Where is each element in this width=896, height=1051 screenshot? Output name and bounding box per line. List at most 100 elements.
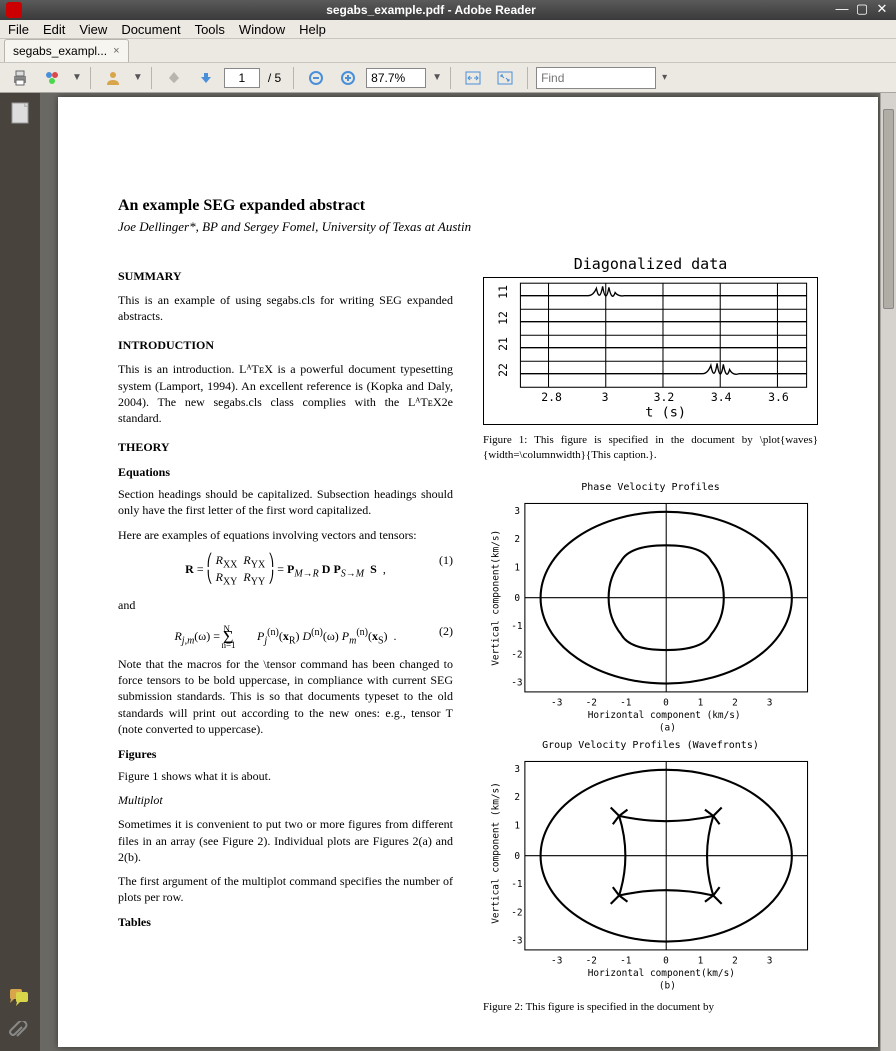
window-title: segabs_example.pdf - Adobe Reader (28, 3, 834, 17)
svg-text:Horizontal component (km/s): Horizontal component (km/s) (588, 710, 741, 721)
svg-text:3.2: 3.2 (654, 390, 675, 404)
figure-1-chart: 11 12 21 22 2.8 3 3.2 3.4 3.6 t (s) (483, 277, 818, 425)
multiplot-p1: Sometimes it is convenient to put two or… (118, 816, 453, 865)
combine-dropdown-icon[interactable]: ▼ (72, 72, 82, 83)
fit-width-button[interactable] (459, 64, 487, 92)
maximize-button[interactable]: ▢ (854, 2, 870, 18)
svg-text:-1: -1 (511, 621, 523, 632)
svg-text:11: 11 (496, 285, 510, 299)
menubar: File Edit View Document Tools Window Hel… (0, 20, 896, 40)
svg-text:-2: -2 (586, 698, 597, 709)
pdf-page: An example SEG expanded abstract Joe Del… (58, 97, 878, 1047)
svg-text:t (s): t (s) (645, 404, 686, 420)
zoom-level-input[interactable] (366, 68, 426, 88)
tab-close-icon[interactable]: × (113, 45, 119, 57)
figures-p1: Figure 1 shows what it is about. (118, 768, 453, 784)
svg-text:3: 3 (767, 698, 773, 709)
svg-text:-3: -3 (511, 678, 522, 689)
nav-sidebar (0, 93, 40, 1051)
zoom-out-button[interactable] (302, 64, 330, 92)
svg-text:-2: -2 (511, 908, 522, 919)
right-column: Diagonalized data (483, 255, 818, 1023)
intro-text: This is an introduction. LᴬTᴇX is a powe… (118, 361, 453, 426)
svg-text:0: 0 (663, 698, 669, 709)
paper-authors: Joe Dellinger*, BP and Sergey Fomel, Uni… (118, 219, 818, 235)
next-page-button[interactable] (192, 64, 220, 92)
collaborate-button[interactable] (99, 64, 127, 92)
svg-text:-2: -2 (511, 650, 522, 661)
menu-file[interactable]: File (8, 22, 29, 37)
and-text: and (118, 597, 453, 613)
multiplot-heading: Multiplot (118, 792, 453, 808)
svg-text:3: 3 (602, 390, 609, 404)
menu-window[interactable]: Window (239, 22, 285, 37)
svg-text:3.4: 3.4 (711, 390, 732, 404)
svg-text:2.8: 2.8 (541, 390, 562, 404)
menu-document[interactable]: Document (121, 22, 180, 37)
svg-text:3: 3 (514, 764, 520, 775)
svg-text:21: 21 (496, 337, 510, 351)
fit-page-button[interactable] (491, 64, 519, 92)
fig2-caption: Figure 2: This figure is specified in th… (483, 1000, 818, 1015)
zoom-in-button[interactable] (334, 64, 362, 92)
equation-1: R = ⎛ RXX RYX ⎞⎝ RXY RYY ⎠ = PM→R D PS→M… (118, 553, 453, 588)
print-button[interactable] (6, 64, 34, 92)
svg-text:-1: -1 (511, 879, 523, 890)
svg-text:-3: -3 (511, 936, 522, 947)
tabbar: segabs_exampl... × (0, 39, 896, 63)
figure-2b-chart: -3-2-1 0123 321 0-1-2-3 Horizontal compo… (483, 751, 818, 992)
summary-heading: SUMMARY (118, 269, 453, 284)
zoom-dropdown-icon[interactable]: ▼ (432, 72, 442, 83)
collaborate-dropdown-icon[interactable]: ▼ (133, 72, 143, 83)
minimize-button[interactable]: — (834, 2, 850, 18)
svg-text:2: 2 (732, 956, 738, 967)
menu-view[interactable]: View (79, 22, 107, 37)
combine-button[interactable] (38, 64, 66, 92)
svg-text:3: 3 (514, 506, 520, 517)
menu-edit[interactable]: Edit (43, 22, 65, 37)
fig1-caption: Figure 1: This figure is specified in th… (483, 433, 818, 463)
svg-text:Horizontal component(km/s): Horizontal component(km/s) (588, 968, 735, 979)
svg-text:3: 3 (767, 956, 773, 967)
page-number-input[interactable] (224, 68, 260, 88)
vertical-scrollbar[interactable] (880, 93, 896, 1051)
fig1-title: Diagonalized data (483, 255, 818, 273)
svg-text:Vertical component(km/s): Vertical component(km/s) (491, 530, 502, 666)
find-input[interactable] (536, 67, 656, 89)
svg-text:-3: -3 (551, 956, 562, 967)
equations-heading: Equations (118, 465, 453, 480)
close-window-button[interactable]: ✕ (874, 2, 890, 18)
svg-text:3.6: 3.6 (768, 390, 789, 404)
svg-text:-1: -1 (620, 956, 632, 967)
figures-heading: Figures (118, 747, 453, 762)
tensor-note: Note that the macros for the \tensor com… (118, 656, 453, 737)
scrollbar-thumb[interactable] (883, 109, 894, 309)
summary-text: This is an example of using segabs.cls f… (118, 292, 453, 324)
left-column: SUMMARY This is an example of using sega… (118, 255, 453, 1023)
multiplot-p2: The first argument of the multiplot comm… (118, 873, 453, 905)
comments-panel-button[interactable] (8, 989, 30, 1011)
svg-text:1: 1 (514, 563, 520, 574)
find-dropdown-icon[interactable]: ▾ (662, 72, 667, 83)
svg-text:Vertical component (km/s): Vertical component (km/s) (491, 782, 502, 924)
svg-text:(b): (b) (659, 981, 676, 992)
attachments-panel-button[interactable] (8, 1021, 30, 1043)
titlebar: segabs_example.pdf - Adobe Reader — ▢ ✕ (0, 0, 896, 20)
tables-heading: Tables (118, 915, 453, 930)
svg-text:2: 2 (514, 792, 520, 803)
menu-tools[interactable]: Tools (195, 22, 225, 37)
svg-text:-3: -3 (551, 698, 562, 709)
prev-page-button[interactable] (160, 64, 188, 92)
document-tab[interactable]: segabs_exampl... × (4, 39, 129, 62)
paper-title: An example SEG expanded abstract (118, 197, 818, 215)
toolbar: ▼ ▼ / 5 ▼ ▾ (0, 63, 896, 93)
svg-text:2: 2 (514, 535, 520, 546)
svg-text:12: 12 (496, 311, 510, 325)
menu-help[interactable]: Help (299, 22, 326, 37)
svg-text:22: 22 (496, 363, 510, 377)
svg-text:0: 0 (514, 851, 520, 862)
document-viewer[interactable]: An example SEG expanded abstract Joe Del… (40, 93, 896, 1051)
app-icon (6, 2, 22, 18)
svg-text:2: 2 (732, 698, 738, 709)
pages-panel-button[interactable] (8, 101, 32, 125)
